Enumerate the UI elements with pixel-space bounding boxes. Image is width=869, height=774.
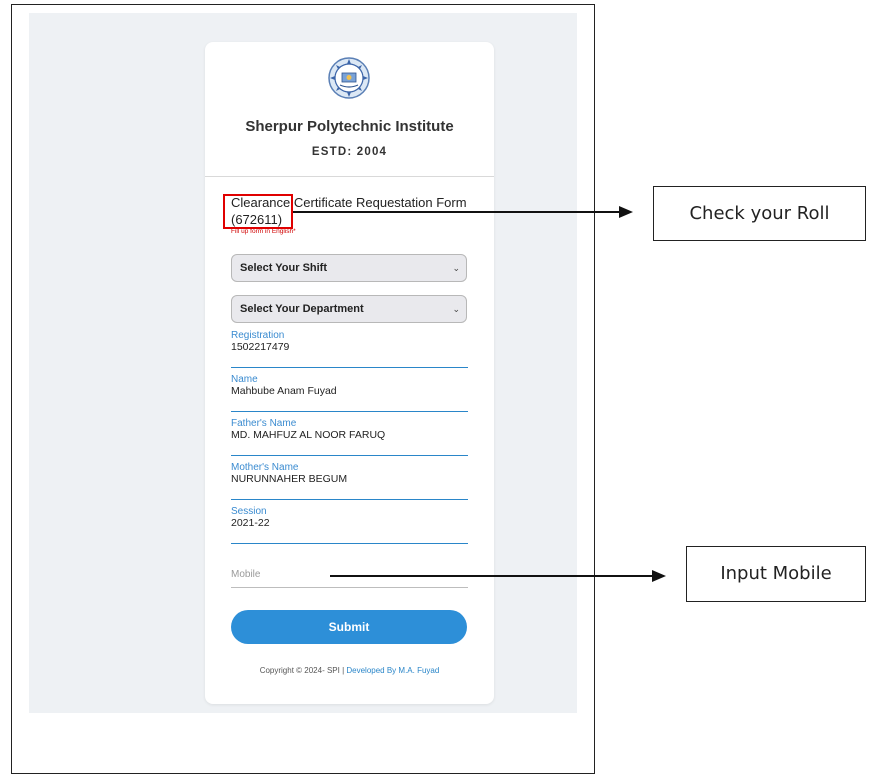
fathers-name-field[interactable]: Father's Name MD. MAHFUZ AL NOOR FARUQ (231, 418, 468, 456)
developer-link[interactable]: Developed By M.A. Fuyad (346, 666, 439, 675)
name-value: Mahbube Anam Fuyad (231, 385, 337, 397)
name-field[interactable]: Name Mahbube Anam Fuyad (231, 374, 468, 412)
shift-select[interactable]: Select Your Shift ⌄ (231, 254, 467, 282)
session-value: 2021-22 (231, 517, 270, 529)
form-note: Fill up form in English* (231, 228, 296, 235)
roll-arrow-line (293, 211, 619, 213)
header-divider (205, 176, 494, 177)
name-label: Name (231, 374, 258, 385)
mobile-arrow-line (330, 575, 652, 577)
fathers-name-value: MD. MAHFUZ AL NOOR FARUQ (231, 429, 386, 441)
shift-select-label: Select Your Shift (240, 262, 328, 274)
mothers-name-value: NURUNNAHER BEGUM (231, 473, 348, 485)
roll-callout: Check your Roll (653, 186, 866, 241)
mobile-callout: Input Mobile (686, 546, 866, 602)
institute-name: Sherpur Polytechnic Institute (245, 118, 454, 135)
submit-button[interactable]: Submit (231, 610, 467, 644)
department-select-label: Select Your Department (240, 303, 364, 315)
fathers-name-label: Father's Name (231, 418, 297, 429)
registration-value: 1502217479 (231, 341, 290, 353)
institute-logo-icon (328, 57, 370, 99)
mobile-arrow-head-icon (652, 570, 666, 582)
roll-arrow-head-icon (619, 206, 633, 218)
copyright-text: Copyright © 2024- SPI | (259, 666, 347, 675)
chevron-down-icon: ⌄ (452, 263, 460, 273)
roll-highlight-box (223, 194, 293, 229)
session-field[interactable]: Session 2021-22 (231, 506, 468, 544)
mothers-name-label: Mother's Name (231, 462, 299, 473)
mobile-placeholder: Mobile (231, 569, 261, 580)
mothers-name-field[interactable]: Mother's Name NURUNNAHER BEGUM (231, 462, 468, 500)
department-select[interactable]: Select Your Department ⌄ (231, 295, 467, 323)
session-label: Session (231, 506, 267, 517)
established-year: ESTD: 2004 (311, 146, 388, 158)
chevron-down-icon: ⌄ (452, 304, 460, 314)
copyright-footer: Copyright © 2024- SPI | Developed By M.A… (205, 666, 494, 675)
registration-field[interactable]: Registration 1502217479 (231, 330, 468, 368)
form-card: Sherpur Polytechnic Institute ESTD: 2004… (205, 42, 494, 704)
registration-label: Registration (231, 330, 285, 341)
